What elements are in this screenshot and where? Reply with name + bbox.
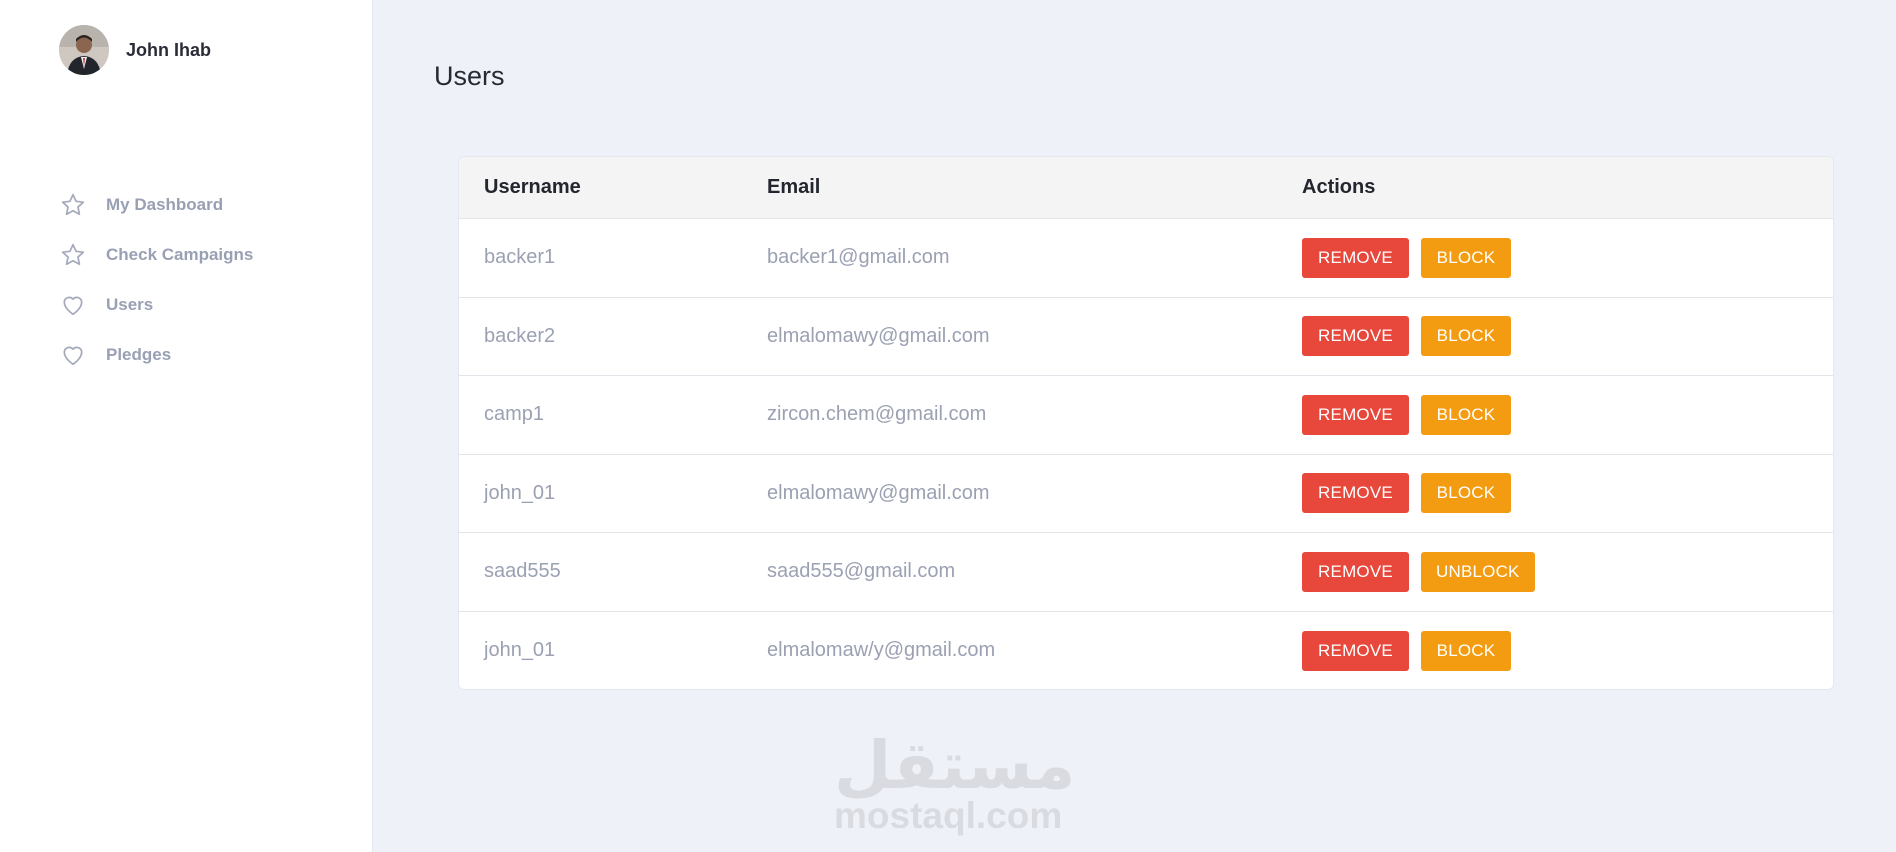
table-row: john_01 elmalomaw/y@gmail.com REMOVE BLO…	[459, 612, 1833, 690]
remove-button[interactable]: REMOVE	[1302, 551, 1409, 592]
table-row: backer1 backer1@gmail.com REMOVE BLOCK	[459, 219, 1833, 298]
watermark-latin: mostaql.com	[834, 795, 1063, 836]
row-actions: REMOVE BLOCK	[1302, 316, 1511, 357]
profile-name: John Ihab	[126, 39, 211, 60]
sidebar: John Ihab My Dashboard Check Campaigns U…	[0, 0, 373, 852]
table-row: camp1 zircon.chem@gmail.com REMOVE BLOCK	[459, 376, 1833, 455]
table-row: saad555 saad555@gmail.com REMOVE UNBLOCK	[459, 533, 1833, 612]
table-row: john_01 elmalomawy@gmail.com REMOVE BLOC…	[459, 455, 1833, 533]
username-cell: john_01	[484, 639, 556, 662]
remove-button[interactable]: REMOVE	[1302, 473, 1409, 514]
email-cell: elmalomawy@gmail.com	[767, 481, 990, 504]
block-button[interactable]: BLOCK	[1421, 630, 1511, 671]
sidebar-item-my-dashboard[interactable]: My Dashboard	[59, 180, 253, 230]
watermark-arabic: مستقل	[834, 727, 1076, 804]
email-cell: backer1@gmail.com	[767, 246, 950, 269]
users-table: Username Email Actions backer1 backer1@g…	[458, 156, 1834, 690]
header-email: Email	[767, 176, 821, 198]
email-cell: zircon.chem@gmail.com	[767, 403, 987, 426]
heart-icon	[59, 291, 87, 319]
page-title: Users	[434, 61, 505, 91]
block-button[interactable]: BLOCK	[1421, 237, 1511, 278]
remove-button[interactable]: REMOVE	[1302, 630, 1409, 671]
block-button[interactable]: BLOCK	[1421, 316, 1511, 357]
row-actions: REMOVE BLOCK	[1302, 630, 1511, 671]
sidebar-item-label: Pledges	[106, 345, 172, 364]
block-button[interactable]: BLOCK	[1421, 473, 1511, 514]
sidebar-item-check-campaigns[interactable]: Check Campaigns	[59, 230, 253, 280]
table-header: Username Email Actions	[459, 157, 1833, 219]
sidebar-item-label: My Dashboard	[106, 195, 224, 214]
remove-button[interactable]: REMOVE	[1302, 394, 1409, 435]
header-username: Username	[484, 176, 581, 198]
email-cell: elmalomaw/y@gmail.com	[767, 639, 996, 662]
app: John Ihab My Dashboard Check Campaigns U…	[0, 0, 1896, 852]
sidebar-item-label: Users	[106, 295, 154, 314]
heart-icon	[59, 341, 87, 369]
sidebar-item-label: Check Campaigns	[106, 245, 254, 264]
email-cell: elmalomawy@gmail.com	[767, 324, 990, 347]
remove-button[interactable]: REMOVE	[1302, 237, 1409, 278]
remove-button[interactable]: REMOVE	[1302, 316, 1409, 357]
star-icon	[59, 241, 87, 269]
row-actions: REMOVE BLOCK	[1302, 237, 1511, 278]
unblock-button[interactable]: UNBLOCK	[1421, 551, 1535, 592]
avatar-image	[59, 25, 109, 75]
username-cell: camp1	[484, 403, 545, 426]
sidebar-item-pledges[interactable]: Pledges	[59, 330, 253, 380]
user-profile[interactable]: John Ihab	[59, 25, 211, 75]
email-cell: saad555@gmail.com	[767, 560, 956, 583]
table-row: backer2 elmalomawy@gmail.com REMOVE BLOC…	[459, 298, 1833, 376]
avatar[interactable]	[59, 25, 109, 75]
header-actions: Actions	[1302, 176, 1376, 198]
username-cell: backer1	[484, 246, 556, 269]
username-cell: john_01	[484, 481, 556, 504]
row-actions: REMOVE BLOCK	[1302, 394, 1511, 435]
row-actions: REMOVE BLOCK	[1302, 473, 1511, 514]
star-icon	[59, 191, 87, 219]
username-cell: backer2	[484, 324, 556, 347]
row-actions: REMOVE UNBLOCK	[1302, 551, 1535, 592]
username-cell: saad555	[484, 560, 561, 583]
sidebar-nav: My Dashboard Check Campaigns Users Pledg…	[59, 180, 253, 380]
watermark: مستقل mostaql.com	[834, 727, 1076, 836]
sidebar-item-users[interactable]: Users	[59, 280, 253, 330]
block-button[interactable]: BLOCK	[1421, 394, 1511, 435]
